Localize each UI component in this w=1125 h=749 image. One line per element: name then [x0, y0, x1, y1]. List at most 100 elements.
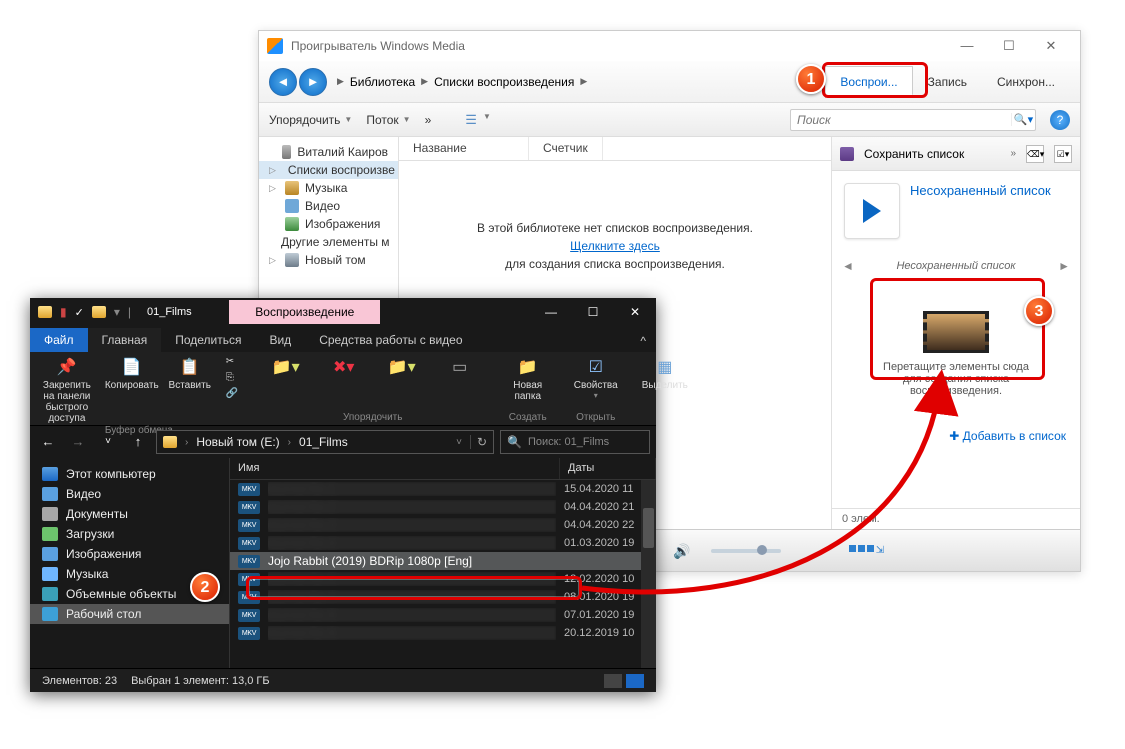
file-row[interactable]: MKVJojo Rabbit (2019) BDRip 1080p [Eng]: [230, 552, 656, 570]
tab-videotools[interactable]: Средства работы с видео: [305, 328, 476, 352]
delete-button[interactable]: ✖▾: [322, 356, 366, 380]
drop-area[interactable]: Перетащите элементы сюда для создания сп…: [842, 281, 1070, 419]
tab-burn[interactable]: Запись: [913, 66, 982, 98]
chevron-right-icon[interactable]: »: [1010, 148, 1016, 159]
file-row[interactable]: MKVblurred-file-612.02.2020 10: [230, 570, 656, 588]
close-button[interactable]: ✕: [1030, 34, 1072, 58]
copypath-button[interactable]: ⎘: [226, 372, 240, 386]
paste-shortcut-button[interactable]: 🔗: [226, 388, 240, 402]
view-details-button[interactable]: [604, 674, 622, 688]
shortcut-icon: 🔗: [226, 388, 240, 402]
col-name[interactable]: Имя: [230, 458, 560, 479]
path-folder[interactable]: 01_Films: [299, 435, 348, 449]
file-row[interactable]: MKVblurred-file-807.01.2020 19: [230, 606, 656, 624]
rename-button[interactable]: ▭: [438, 356, 482, 380]
context-tab-playback[interactable]: Воспроизведение: [229, 300, 380, 324]
playlist-title-link[interactable]: Несохраненный список: [910, 183, 1051, 239]
nav-desktop[interactable]: Рабочий стол: [30, 604, 229, 624]
save-list-button[interactable]: Сохранить список: [864, 147, 964, 161]
pin-button[interactable]: 📌Закрепить на панели быстрого доступа: [38, 356, 96, 424]
tab-share[interactable]: Поделиться: [161, 328, 255, 352]
tree-video[interactable]: Видео: [259, 197, 398, 215]
stream-button[interactable]: Поток▼: [366, 113, 410, 127]
cut-button[interactable]: ✂: [226, 356, 240, 370]
search-input[interactable]: [791, 113, 1011, 127]
clear-list-button[interactable]: ⌫▾: [1026, 145, 1044, 163]
view-icon[interactable]: ☰: [465, 112, 477, 128]
close-button[interactable]: ✕: [614, 299, 656, 325]
nav-docs[interactable]: Документы: [30, 504, 229, 524]
play-thumbnail[interactable]: [844, 183, 900, 239]
breadcrumb-playlists[interactable]: Списки воспроизведения: [434, 75, 574, 89]
tree-user[interactable]: Виталий Каиров: [259, 143, 398, 161]
back-button[interactable]: ◄: [269, 68, 297, 96]
help-button[interactable]: ?: [1050, 110, 1070, 130]
maximize-button[interactable]: ☐: [988, 34, 1030, 58]
nav-video[interactable]: Видео: [30, 484, 229, 504]
paste-button[interactable]: 📋Вставить: [168, 356, 212, 391]
path-volume[interactable]: Новый том (E:): [196, 435, 279, 449]
nav-images[interactable]: Изображения: [30, 544, 229, 564]
recent-button[interactable]: ˅: [96, 430, 120, 454]
maximize-button[interactable]: ☐: [572, 299, 614, 325]
tree-playlists[interactable]: ▷Списки воспроизве: [259, 161, 398, 179]
scrollbar[interactable]: [641, 480, 656, 668]
forward-button[interactable]: ►: [299, 68, 327, 96]
file-row[interactable]: MKVblurred-file-204.04.2020 21: [230, 498, 656, 516]
col-name[interactable]: Название: [399, 137, 529, 160]
copyto-button[interactable]: 📁▾: [380, 356, 424, 380]
tab-sync[interactable]: Синхрон...: [982, 66, 1070, 98]
nav-music[interactable]: Музыка: [30, 564, 229, 584]
mute-button[interactable]: 🔊: [669, 538, 695, 564]
select-button[interactable]: ▦Выделить: [642, 356, 688, 391]
ribbon-collapse[interactable]: ^: [630, 330, 656, 352]
file-row[interactable]: MKVblurred-file-304.04.2020 22: [230, 516, 656, 534]
tree-images[interactable]: Изображения: [259, 215, 398, 233]
up-button[interactable]: ↑: [126, 430, 150, 454]
path-field[interactable]: › Новый том (E:) › 01_Films ˅ ↻: [156, 430, 494, 454]
properties-button[interactable]: ☑Свойства▾: [574, 356, 618, 400]
file-row[interactable]: MKVblurred-file-115.04.2020 11: [230, 480, 656, 498]
col-counter[interactable]: Счетчик: [529, 137, 603, 160]
mkv-icon: MKV: [238, 483, 260, 496]
file-row[interactable]: MKVblurred-file-920.12.2019 10: [230, 624, 656, 642]
tree-other[interactable]: Другие элементы м: [259, 233, 398, 251]
copy-button[interactable]: 📄Копировать: [110, 356, 154, 391]
moveto-button[interactable]: 📁▾: [264, 356, 308, 380]
organize-button[interactable]: Упорядочить▼: [269, 113, 352, 127]
explorer-search[interactable]: 🔍 Поиск: 01_Films: [500, 430, 650, 454]
scroll-thumb[interactable]: [643, 508, 654, 548]
switch-view-button[interactable]: ⇲: [849, 545, 884, 556]
tab-home[interactable]: Главная: [88, 328, 162, 352]
tree-music[interactable]: ▷Музыка: [259, 179, 398, 197]
nav-this-pc[interactable]: Этот компьютер: [30, 464, 229, 484]
minimize-button[interactable]: —: [530, 299, 572, 325]
list-options-button[interactable]: ☑▾: [1054, 145, 1072, 163]
file-row[interactable]: MKVblurred-file-401.03.2020 19: [230, 534, 656, 552]
forward-button[interactable]: →: [66, 430, 90, 454]
pager-next[interactable]: ►: [1058, 259, 1070, 273]
tab-file[interactable]: Файл: [30, 328, 88, 352]
file-list: Имя Даты MKVblurred-file-115.04.2020 11M…: [230, 458, 656, 668]
minimize-button[interactable]: —: [946, 34, 988, 58]
newfolder-button[interactable]: 📁Новая папка: [506, 356, 550, 402]
back-button[interactable]: ←: [36, 430, 60, 454]
add-to-list-link[interactable]: ✚ Добавить в список: [832, 425, 1080, 447]
status-bar: Элементов: 23 Выбран 1 элемент: 13,0 ГБ: [30, 668, 656, 692]
search-box[interactable]: 🔍▾: [790, 109, 1036, 131]
nav-3d[interactable]: Объемные объекты: [30, 584, 229, 604]
breadcrumb-library[interactable]: Библиотека: [350, 75, 415, 89]
tab-view[interactable]: Вид: [255, 328, 305, 352]
col-date[interactable]: Даты: [560, 458, 656, 479]
more-button[interactable]: »: [425, 113, 432, 127]
tab-play[interactable]: Воспрои...: [825, 66, 912, 98]
create-playlist-link[interactable]: Щелкните здесь: [570, 239, 660, 253]
file-row[interactable]: MKVblurred-file-708.01.2020 19: [230, 588, 656, 606]
nav-downloads[interactable]: Загрузки: [30, 524, 229, 544]
search-icon[interactable]: 🔍▾: [1011, 113, 1035, 126]
music-icon: [42, 567, 58, 581]
volume-slider[interactable]: [711, 549, 781, 553]
tree-volume[interactable]: ▷Новый том: [259, 251, 398, 269]
pager-prev[interactable]: ◄: [842, 259, 854, 273]
view-large-button[interactable]: [626, 674, 644, 688]
